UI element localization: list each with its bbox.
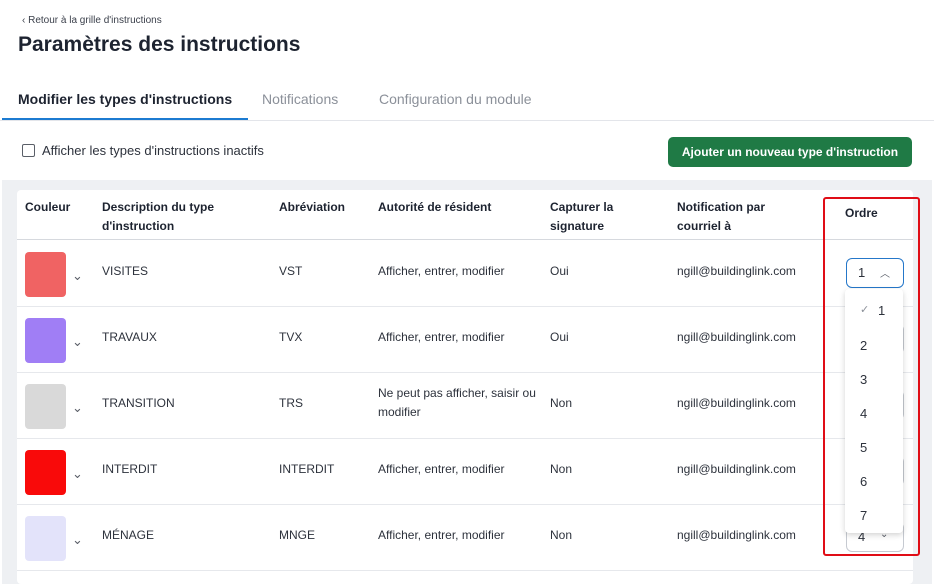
add-instruction-type-button[interactable]: Ajouter un nouveau type d'instruction: [668, 137, 912, 167]
authority-cell: Afficher, entrer, modifier: [378, 264, 505, 278]
table-row: ⌄ TRAVAUX TVX Afficher, entrer, modifier…: [17, 306, 913, 373]
authority-cell: Afficher, entrer, modifier: [378, 330, 505, 344]
abbreviation-cell: INTERDIT: [279, 462, 335, 476]
abbreviation-cell: VST: [279, 264, 303, 278]
tab-module-config[interactable]: Configuration du module: [379, 91, 532, 107]
description-cell: TRAVAUX: [102, 330, 157, 344]
notification-cell: ngill@buildinglink.com: [677, 330, 796, 344]
authority-cell: Ne peut pas afficher, saisir ou modifier: [378, 386, 536, 419]
instruction-types-table: Couleur Description du type d'instructio…: [17, 190, 913, 584]
description-cell: MÉNAGE: [102, 528, 155, 542]
chevron-down-icon[interactable]: ⌄: [72, 334, 83, 350]
notification-cell: ngill@buildinglink.com: [677, 462, 796, 476]
table-row: ⌄ INTERDIT INTERDIT Afficher, entrer, mo…: [17, 438, 913, 505]
abbreviation-cell: MNGE: [279, 528, 315, 542]
header-description: Description du type d'instruction: [102, 200, 215, 233]
order-column-highlight: [823, 197, 920, 556]
tab-edit-types[interactable]: Modifier les types d'instructions: [18, 91, 232, 107]
color-swatch[interactable]: [25, 516, 66, 561]
color-swatch[interactable]: [25, 450, 66, 495]
abbreviation-cell: TRS: [279, 396, 303, 410]
signature-cell: Oui: [550, 264, 569, 278]
chevron-down-icon[interactable]: ⌄: [72, 268, 83, 284]
signature-cell: Non: [550, 462, 573, 476]
tab-bar: Modifier les types d'instructions Notifi…: [0, 86, 934, 121]
back-link-label: Retour à la grille d'instructions: [28, 15, 162, 26]
color-swatch[interactable]: [25, 384, 66, 429]
page-title: Paramètres des instructions: [18, 33, 301, 56]
show-inactive-label: Afficher les types d'instructions inacti…: [42, 143, 264, 158]
color-swatch[interactable]: [25, 252, 66, 297]
table-row: ⌄ TRANSITION TRS Ne peut pas afficher, s…: [17, 372, 913, 439]
show-inactive-toggle[interactable]: Afficher les types d'instructions inacti…: [22, 143, 264, 158]
signature-cell: Oui: [550, 330, 569, 344]
active-tab-indicator: [2, 118, 248, 120]
tab-notifications[interactable]: Notifications: [262, 91, 338, 107]
description-cell: VISITES: [102, 264, 149, 278]
notification-cell: ngill@buildinglink.com: [677, 396, 796, 410]
back-link[interactable]: ‹ Retour à la grille d'instructions: [22, 15, 162, 26]
signature-cell: Non: [550, 396, 573, 410]
signature-cell: Non: [550, 528, 573, 542]
chevron-down-icon[interactable]: ⌄: [72, 400, 83, 416]
notification-cell: ngill@buildinglink.com: [677, 264, 796, 278]
authority-cell: Afficher, entrer, modifier: [378, 528, 505, 542]
header-authority: Autorité de résident: [378, 200, 492, 214]
header-signature: Capturer la signature: [550, 200, 614, 233]
header-notification: Notification par courriel à: [677, 200, 766, 233]
description-cell: TRANSITION: [102, 396, 175, 410]
color-swatch[interactable]: [25, 318, 66, 363]
chevron-down-icon[interactable]: ⌄: [72, 466, 83, 482]
show-inactive-checkbox[interactable]: [22, 144, 35, 157]
description-cell: INTERDIT: [102, 462, 158, 476]
authority-cell: Afficher, entrer, modifier: [378, 462, 505, 476]
notification-cell: ngill@buildinglink.com: [677, 528, 796, 542]
chevron-down-icon[interactable]: ⌄: [72, 532, 83, 548]
abbreviation-cell: TVX: [279, 330, 303, 344]
table-row: ⌄ MÉNAGE MNGE Afficher, entrer, modifier…: [17, 504, 913, 571]
table-row: ⌄ VISITES VST Afficher, entrer, modifier…: [17, 240, 913, 307]
